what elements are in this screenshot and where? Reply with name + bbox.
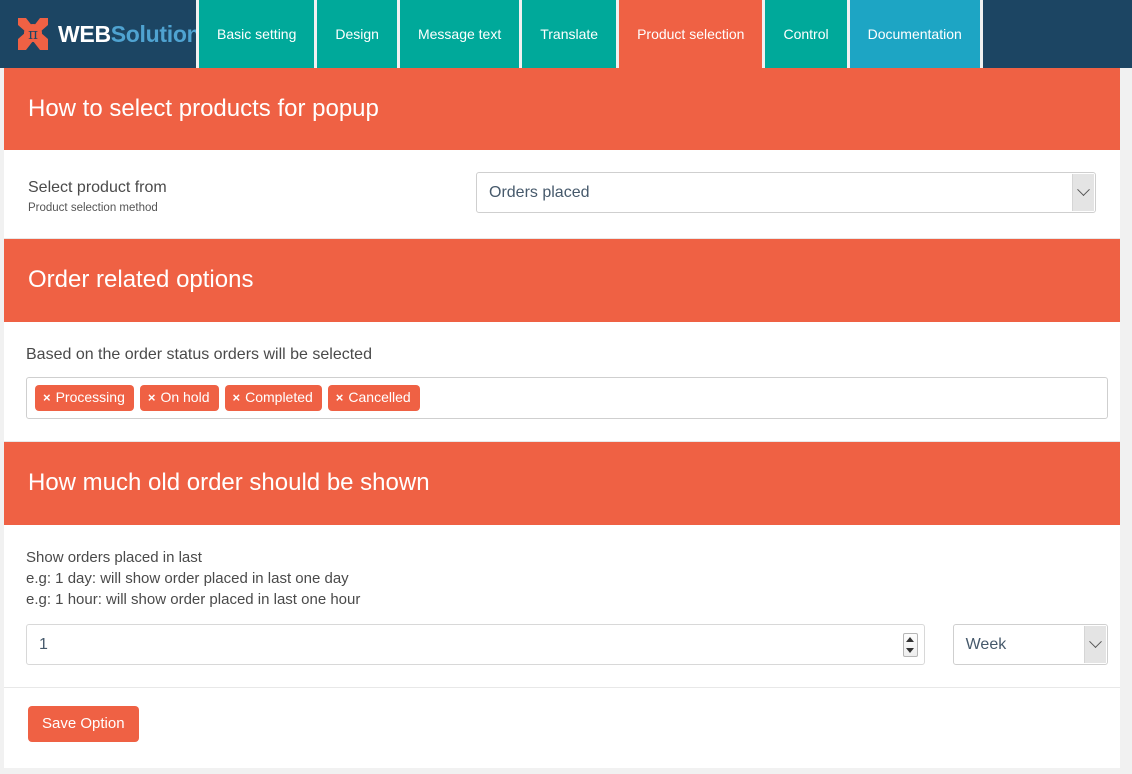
- settings-form: How to select products for popup Select …: [4, 68, 1120, 768]
- product-source-select[interactable]: Orders placed: [476, 172, 1096, 213]
- order-age-amount-input[interactable]: 1: [26, 624, 925, 665]
- order-age-amount-value: 1: [27, 625, 924, 664]
- remove-icon[interactable]: ×: [43, 390, 51, 406]
- field-row-select-product-from: Select product from Product selection me…: [28, 172, 1096, 214]
- tab-design[interactable]: Design: [317, 0, 397, 68]
- page-container: How to select products for popup Select …: [0, 68, 1132, 768]
- remove-icon[interactable]: ×: [148, 390, 156, 406]
- brand-name-secondary: Solution: [111, 21, 201, 47]
- token-on-hold[interactable]: × On hold: [140, 385, 219, 411]
- token-label: Completed: [245, 389, 313, 406]
- tab-message-text[interactable]: Message text: [400, 0, 519, 68]
- section-body-product-selection: Select product from Product selection me…: [4, 150, 1120, 239]
- token-processing[interactable]: × Processing: [35, 385, 134, 411]
- token-label: Processing: [56, 389, 125, 406]
- section-heading-product-selection: How to select products for popup: [4, 68, 1120, 150]
- token-label: Cancelled: [348, 389, 410, 406]
- label-select-product-from: Select product from Product selection me…: [28, 172, 167, 214]
- section-body-order-age: Show orders placed in last e.g: 1 day: w…: [4, 525, 1120, 689]
- tab-basic-setting[interactable]: Basic setting: [199, 0, 314, 68]
- order-status-description: Based on the order status orders will be…: [26, 344, 1108, 366]
- section-heading-order-age: How much old order should be shown: [4, 442, 1120, 524]
- label-text-sub: Product selection method: [28, 202, 167, 214]
- order-age-input-row: 1 Week: [26, 624, 1108, 665]
- form-footer: Save Option: [4, 688, 1120, 768]
- section-heading-order-related-options: Order related options: [4, 239, 1120, 321]
- brand-name-primary: WEB: [58, 21, 111, 47]
- brand-logo-area[interactable]: π WEBSolution: [0, 0, 196, 68]
- tab-control[interactable]: Control: [765, 0, 846, 68]
- tab-documentation[interactable]: Documentation: [850, 0, 980, 68]
- pi-x-logo-icon: π: [12, 14, 54, 54]
- spinner-up-icon[interactable]: [906, 637, 914, 642]
- section-body-order-related-options: Based on the order status orders will be…: [4, 322, 1120, 443]
- chevron-down-icon[interactable]: [1084, 626, 1106, 663]
- spinner-down-icon[interactable]: [906, 648, 914, 653]
- brand-text: WEBSolution: [58, 21, 200, 48]
- order-status-token-field[interactable]: × Processing × On hold × Completed × Can…: [26, 377, 1108, 419]
- remove-icon[interactable]: ×: [336, 390, 344, 406]
- tab-translate[interactable]: Translate: [522, 0, 616, 68]
- nav-filler: [983, 0, 1132, 68]
- order-age-unit-select[interactable]: Week: [953, 624, 1108, 665]
- order-age-help-text: Show orders placed in last e.g: 1 day: w…: [26, 547, 1108, 611]
- token-completed[interactable]: × Completed: [225, 385, 322, 411]
- top-navigation-bar: π WEBSolution Basic setting Design Messa…: [0, 0, 1132, 68]
- product-source-select-value: Orders placed: [477, 173, 1095, 212]
- remove-icon[interactable]: ×: [233, 390, 241, 406]
- tab-product-selection[interactable]: Product selection: [619, 0, 762, 68]
- token-cancelled[interactable]: × Cancelled: [328, 385, 420, 411]
- token-label: On hold: [160, 389, 209, 406]
- label-text-main: Select product from: [28, 178, 167, 199]
- svg-text:π: π: [28, 25, 38, 43]
- save-option-button[interactable]: Save Option: [28, 706, 139, 742]
- nav-tab-list: Basic setting Design Message text Transl…: [196, 0, 1132, 68]
- help-line-1: Show orders placed in last: [26, 547, 1108, 568]
- help-line-2: e.g: 1 day: will show order placed in la…: [26, 568, 1108, 589]
- chevron-down-icon[interactable]: [1072, 174, 1094, 211]
- number-stepper[interactable]: [903, 633, 918, 657]
- help-line-3: e.g: 1 hour: will show order placed in l…: [26, 589, 1108, 610]
